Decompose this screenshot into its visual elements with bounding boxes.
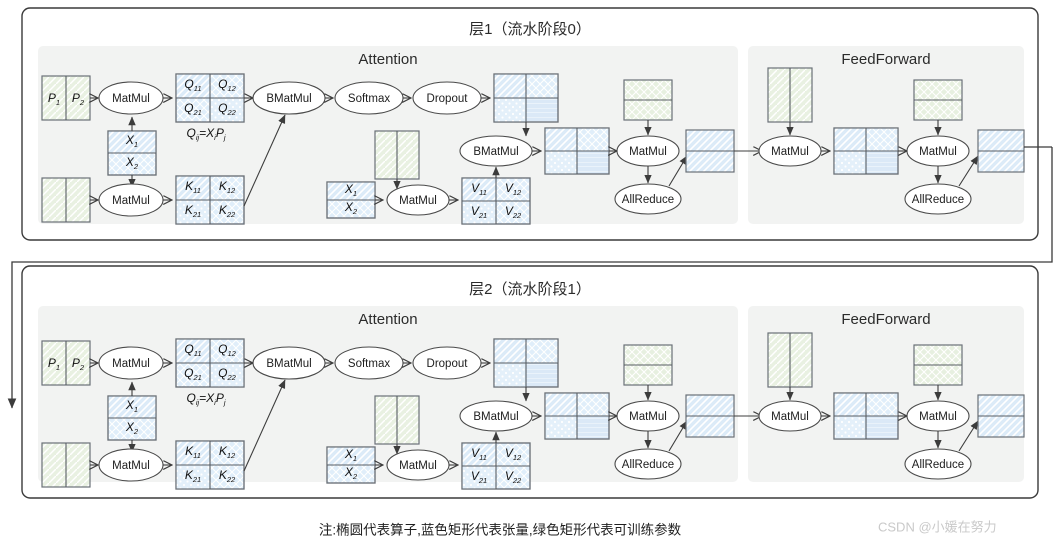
layer-1-param-ff2	[913, 79, 963, 121]
layer-1-panel: 层1（流水阶段0） Attention FeedForward P1 P2 Ma…	[21, 7, 1039, 241]
layer-2-op-allreduce-ff: AllReduce	[904, 448, 972, 480]
op-label: BMatMul	[473, 146, 518, 158]
layer-1-op-allreduce-ff: AllReduce	[904, 183, 972, 215]
layer-1-op-matmul-q: MatMul	[98, 81, 164, 115]
layer-2-op-softmax: Softmax	[334, 346, 404, 380]
layer-2-tensor-context	[544, 392, 610, 440]
layer-1-param-p: P1 P2	[41, 75, 91, 121]
layer-2-op-matmul-ff1: MatMul	[758, 400, 822, 432]
layer-2-param-attn-out	[623, 344, 673, 386]
layer-1-tensor-x-mid: X1 X2	[326, 181, 376, 219]
layer-2-tensor-k: K11 K12 K21 K22	[175, 440, 245, 490]
layer-1-op-bmatmul-qk: BMatMul	[252, 81, 326, 115]
op-label: BMatMul	[266, 93, 311, 105]
layer-2-tensor-ff-out	[977, 394, 1025, 438]
layer-2-feedforward-title: FeedForward	[841, 311, 930, 328]
op-label: MatMul	[112, 93, 150, 105]
layer-1-op-matmul-ff1: MatMul	[758, 135, 822, 167]
layer-2-op-allreduce-attn: AllReduce	[614, 448, 682, 480]
op-label: MatMul	[112, 460, 150, 472]
op-label: Dropout	[427, 358, 469, 370]
layer-2-tensor-attn-scores	[493, 338, 559, 388]
layer-1-tensor-ff-hidden	[833, 127, 899, 175]
op-label: BMatMul	[266, 358, 311, 370]
layer-2-op-dropout: Dropout	[412, 346, 482, 380]
op-label: MatMul	[919, 146, 957, 158]
layer-2-title: 层2（流水阶段1）	[469, 281, 591, 298]
layer-2-op-bmatmul-av: BMatMul	[459, 400, 533, 432]
layer-2-tensor-v: V11 V12 V21 V22	[461, 442, 531, 490]
watermark: CSDN @小媛在努力	[878, 519, 997, 534]
layer-1-tensor-attn-scores	[493, 73, 559, 123]
layer-1-param-ff1	[767, 67, 813, 123]
layer-1-tensor-q: Q11 Q12 Q21 Q22	[175, 73, 245, 123]
layer-1-param-k	[41, 177, 91, 223]
op-label: MatMul	[399, 195, 437, 207]
op-label: Softmax	[348, 93, 390, 105]
op-label: BMatMul	[473, 411, 518, 423]
layer-2-attention-title: Attention	[358, 311, 417, 328]
op-label: AllReduce	[912, 194, 964, 206]
op-label: Dropout	[427, 93, 469, 105]
layer-1-op-softmax: Softmax	[334, 81, 404, 115]
layer-1-param-attn-out	[623, 79, 673, 121]
op-label: AllReduce	[622, 194, 674, 206]
layer-1-tensor-ff-out	[977, 129, 1025, 173]
op-label: MatMul	[112, 195, 150, 207]
layer-1-op-matmul-v: MatMul	[386, 184, 450, 216]
layer-1-title: 层1（流水阶段0）	[469, 21, 591, 38]
layer-2-param-ff1	[767, 332, 813, 388]
op-label: AllReduce	[912, 459, 964, 471]
op-label: MatMul	[771, 411, 809, 423]
layer-2-tensor-ff-hidden	[833, 392, 899, 440]
layer-1-op-bmatmul-av: BMatMul	[459, 135, 533, 167]
op-label: MatMul	[112, 358, 150, 370]
layer-2-tensor-attn-out	[685, 394, 735, 438]
layer-2-op-matmul-q: MatMul	[98, 346, 164, 380]
layer-2-op-matmul-ff2: MatMul	[906, 400, 970, 432]
layer-1-feedforward-title: FeedForward	[841, 51, 930, 68]
layer-2-param-p: P1 P2	[41, 340, 91, 386]
layer-1-formula: Qij=XiPj	[186, 126, 225, 142]
layer-2-param-v	[374, 395, 420, 445]
op-label: MatMul	[919, 411, 957, 423]
layer-2-tensor-x-mid: X1 X2	[326, 446, 376, 484]
layer-2-tensor-q: Q11 Q12 Q21 Q22	[175, 338, 245, 388]
layer-2-param-ff2	[913, 344, 963, 386]
diagram-caption: 注:椭圆代表算子,蓝色矩形代表张量,绿色矩形代表可训练参数	[319, 522, 682, 538]
layer-1-tensor-attn-out	[685, 129, 735, 173]
layer-1-tensor-x-left: X1 X2	[107, 130, 157, 176]
layer-2-op-bmatmul-qk: BMatMul	[252, 346, 326, 380]
layer-2-tensor-x-left: X1 X2	[107, 395, 157, 441]
layer-2-op-matmul-k: MatMul	[98, 448, 164, 482]
layer-2-param-k	[41, 442, 91, 488]
layer-2-formula: Qij=XiPj	[186, 391, 225, 407]
layer-1-tensor-v: V11 V12 V21 V22	[461, 177, 531, 225]
layer-1-op-matmul-attn-out: MatMul	[616, 135, 680, 167]
op-label: MatMul	[771, 146, 809, 158]
layer-2-op-matmul-attn-out: MatMul	[616, 400, 680, 432]
layer-1-op-matmul-ff2: MatMul	[906, 135, 970, 167]
layer-1-op-allreduce-attn: AllReduce	[614, 183, 682, 215]
diagram-canvas: 层1（流水阶段0） Attention FeedForward P1 P2 Ma…	[7, 7, 1053, 538]
layer-1-tensor-context	[544, 127, 610, 175]
layer-2-panel: 层2（流水阶段1） Attention FeedForward P1 P2 Ma…	[21, 265, 1039, 499]
layer-1-tensor-k: K11 K12 K21 K22	[175, 175, 245, 225]
layer-2-op-matmul-v: MatMul	[386, 449, 450, 481]
layer-1-param-v	[374, 130, 420, 180]
op-label: MatMul	[399, 460, 437, 472]
op-label: Softmax	[348, 358, 390, 370]
layer-1-op-dropout: Dropout	[412, 81, 482, 115]
layer-1-op-matmul-k: MatMul	[98, 183, 164, 217]
op-label: AllReduce	[622, 459, 674, 471]
layer-1-attention-title: Attention	[358, 51, 417, 68]
op-label: MatMul	[629, 146, 667, 158]
op-label: MatMul	[629, 411, 667, 423]
diagram-root: 层1（流水阶段0） Attention FeedForward P1 P2 Ma…	[0, 0, 1060, 552]
